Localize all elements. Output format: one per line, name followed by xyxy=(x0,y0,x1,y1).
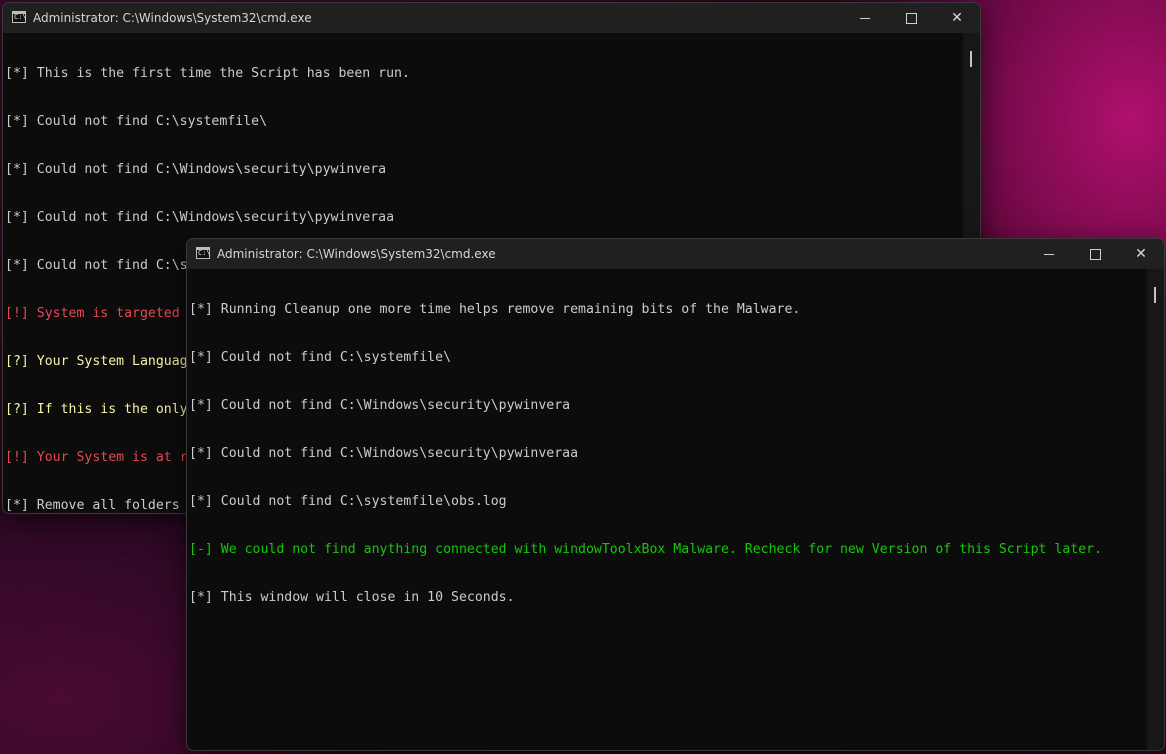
title-bar[interactable]: C:\ Administrator: C:\Windows\System32\c… xyxy=(3,3,980,33)
minimize-button[interactable] xyxy=(1026,239,1072,269)
console-line: [*] Could not find C:\systemfile\ xyxy=(189,350,452,365)
console-line: [*] Could not find C:\Windows\security\p… xyxy=(5,162,387,177)
maximize-icon xyxy=(905,12,917,24)
close-icon: ✕ xyxy=(1135,246,1147,262)
close-button[interactable]: ✕ xyxy=(934,3,980,33)
minimize-button[interactable] xyxy=(842,3,888,33)
console-line: [*] Could not find C:\Windows\security\p… xyxy=(189,398,571,413)
title-bar[interactable]: C:\ Administrator: C:\Windows\System32\c… xyxy=(187,239,1164,269)
cmd-icon: C:\ xyxy=(196,247,211,259)
close-icon: ✕ xyxy=(951,10,963,26)
cmd-icon: C:\ xyxy=(12,11,27,23)
maximize-icon xyxy=(1089,248,1101,260)
scrollbar-thumb[interactable] xyxy=(970,51,972,67)
scrollbar[interactable] xyxy=(1147,269,1164,750)
close-button[interactable]: ✕ xyxy=(1118,239,1164,269)
console-output[interactable]: [*] Running Cleanup one more time helps … xyxy=(187,269,1147,750)
minimize-icon xyxy=(1044,253,1054,255)
cmd-window-2[interactable]: C:\ Administrator: C:\Windows\System32\c… xyxy=(186,238,1165,751)
console-line: [*] Could not find C:\systemfile\obs.log xyxy=(189,494,507,509)
maximize-button[interactable] xyxy=(888,3,934,33)
minimize-icon xyxy=(860,17,870,19)
window-title: Administrator: C:\Windows\System32\cmd.e… xyxy=(33,11,312,25)
console-line: [*] This is the first time the Script ha… xyxy=(5,66,410,81)
console-line: [*] This window will close in 10 Seconds… xyxy=(189,590,515,605)
scrollbar-thumb[interactable] xyxy=(1154,287,1156,303)
maximize-button[interactable] xyxy=(1072,239,1118,269)
console-line: [*] Could not find C:\Windows\security\p… xyxy=(5,210,395,225)
console-line: [*] Could not find C:\systemfile\ xyxy=(5,114,268,129)
window-title: Administrator: C:\Windows\System32\cmd.e… xyxy=(217,247,496,261)
console-line: [*] Running Cleanup one more time helps … xyxy=(189,302,801,317)
console-line: [*] Could not find C:\Windows\security\p… xyxy=(189,446,579,461)
console-line: [-] We could not find anything connected… xyxy=(189,542,1103,557)
